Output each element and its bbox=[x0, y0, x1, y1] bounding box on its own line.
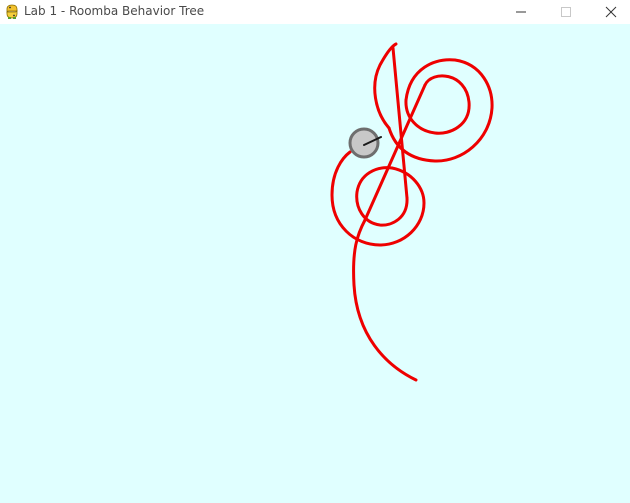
title-bar[interactable]: Lab 1 - Roomba Behavior Tree bbox=[0, 0, 630, 24]
app-window: Lab 1 - Roomba Behavior Tree bbox=[0, 0, 630, 503]
maximize-icon bbox=[560, 3, 572, 22]
window-title: Lab 1 - Roomba Behavior Tree bbox=[24, 4, 205, 18]
path-segment-vertical bbox=[391, 46, 409, 200]
close-icon bbox=[605, 3, 617, 22]
path-segment-big-loop-lower bbox=[330, 150, 426, 247]
close-button[interactable] bbox=[588, 0, 630, 24]
maximize-button[interactable] bbox=[543, 0, 589, 24]
python-icon bbox=[4, 3, 20, 20]
roomba-body bbox=[348, 127, 380, 159]
simulation-drawing bbox=[330, 42, 494, 382]
path-segment-small-loop-lower bbox=[355, 166, 409, 227]
minimize-button[interactable] bbox=[498, 0, 544, 24]
robot-path bbox=[330, 42, 494, 382]
simulation-canvas bbox=[0, 24, 630, 503]
minimize-icon bbox=[515, 3, 527, 22]
roomba-robot bbox=[348, 127, 382, 159]
